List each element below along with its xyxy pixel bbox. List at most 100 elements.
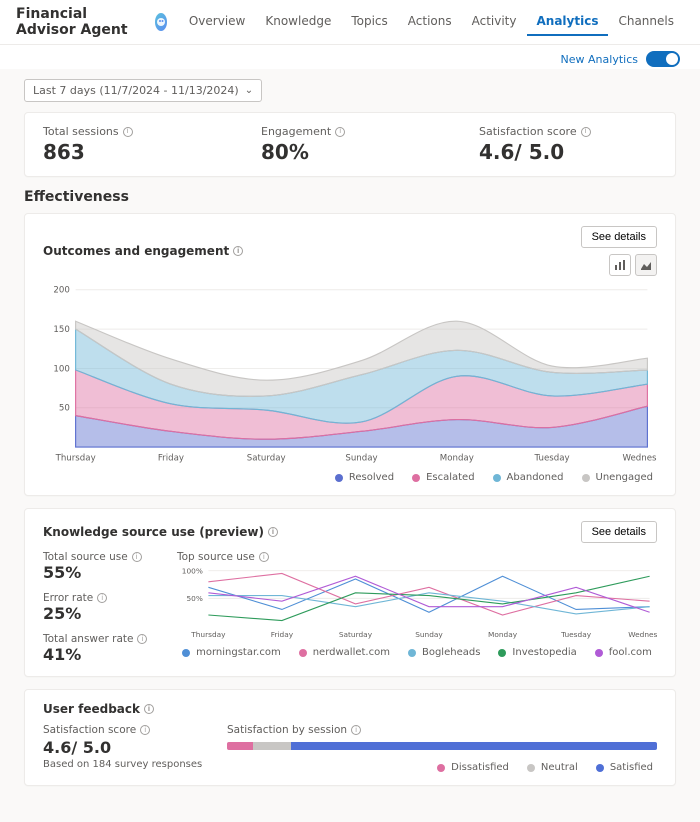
legend-item[interactable]: Escalated [412, 472, 474, 483]
see-details-button[interactable]: See details [581, 226, 657, 248]
feedback-by-session: Satisfaction by session i Dissatisfied Neu… [227, 724, 657, 773]
new-analytics-label: New Analytics [561, 53, 638, 66]
see-details-button[interactable]: See details [581, 521, 657, 543]
legend-item[interactable]: Abandoned [493, 472, 564, 483]
info-icon[interactable]: i [259, 552, 269, 562]
stat-label: Total answer rate [43, 633, 133, 645]
date-range-picker[interactable]: Last 7 days (11/7/2024 - 11/13/2024) ⌄ [24, 79, 262, 102]
topbar: Financial Advisor Agent OverviewKnowledg… [0, 0, 700, 45]
page-body: Last 7 days (11/7/2024 - 11/13/2024) ⌄ T… [0, 69, 700, 822]
tab-topics[interactable]: Topics [341, 8, 397, 36]
info-icon[interactable]: i [581, 127, 591, 137]
legend-item[interactable]: Resolved [335, 472, 394, 483]
legend-item[interactable]: Neutral [527, 762, 578, 773]
kpi-label: Satisfaction score [479, 125, 577, 138]
svg-text:Wednesday: Wednesday [622, 454, 657, 464]
bot-icon [155, 13, 167, 31]
svg-text:Tuesday: Tuesday [534, 454, 570, 464]
feedback-title: User feedback [43, 702, 140, 716]
stat-value: 55% [43, 563, 153, 582]
svg-text:Thursday: Thursday [190, 630, 226, 639]
knowledge-stats: Total source use i 55% Error rate i 25% To… [43, 551, 153, 664]
stat-label: Total source use [43, 551, 128, 563]
svg-text:Friday: Friday [158, 454, 184, 464]
subbar: New Analytics [0, 45, 700, 69]
info-icon[interactable]: i [97, 593, 107, 603]
stat-value: 41% [43, 645, 153, 664]
feedback-score-value: 4.6/ 5.0 [43, 738, 203, 757]
knowledge-legend: morningstar.comnerdwallet.comBogleheadsI… [177, 641, 657, 658]
knowledge-title: Knowledge source use (preview) [43, 525, 264, 539]
bar-chart-icon[interactable] [609, 254, 631, 276]
svg-text:Monday: Monday [488, 630, 518, 639]
satisfaction-bar [227, 742, 657, 750]
chevron-down-icon: ⌄ [245, 85, 253, 96]
kpi-value: 4.6/ 5.0 [479, 140, 657, 164]
outcomes-card: Outcomes and engagement i See details 50 1… [24, 213, 676, 496]
feedback-by-session-label: Satisfaction by session [227, 724, 347, 736]
svg-text:50%: 50% [186, 594, 202, 603]
info-icon[interactable]: i [351, 725, 361, 735]
kpi-value: 80% [261, 140, 439, 164]
section-title-effectiveness: Effectiveness [24, 189, 676, 205]
date-range-label: Last 7 days (11/7/2024 - 11/13/2024) [33, 84, 239, 97]
stat-value: 25% [43, 604, 153, 623]
top-source-label: Top source use [177, 551, 255, 563]
tab-actions[interactable]: Actions [398, 8, 462, 36]
info-icon[interactable]: i [132, 552, 142, 562]
tab-overview[interactable]: Overview [179, 8, 256, 36]
sat-segment-dissatisfied [227, 742, 253, 750]
stat-label: Error rate [43, 592, 93, 604]
nav-tabs: OverviewKnowledgeTopicsActionsActivityAn… [179, 8, 684, 36]
kpi-card: Total sessions i 863 Engagementi 80% Sati… [24, 112, 676, 177]
tab-analytics[interactable]: Analytics [527, 8, 609, 36]
svg-text:Wednesday: Wednesday [628, 630, 657, 639]
svg-text:Thursday: Thursday [55, 454, 96, 464]
info-icon[interactable]: i [335, 127, 345, 137]
feedback-based-on: Based on 184 survey responses [43, 759, 203, 770]
knowledge-card: Knowledge source use (preview) i See deta… [24, 508, 676, 677]
legend-item[interactable]: Satisfied [596, 762, 653, 773]
info-icon[interactable]: i [137, 634, 147, 644]
sat-segment-neutral [253, 742, 292, 750]
info-icon[interactable]: i [123, 127, 133, 137]
legend-item[interactable]: Dissatisfied [437, 762, 509, 773]
tab-knowledge[interactable]: Knowledge [255, 8, 341, 36]
outcomes-legend: Resolved Escalated Abandoned Unengaged [43, 466, 657, 483]
svg-text:100: 100 [53, 364, 69, 374]
tab-channels[interactable]: Channels [608, 8, 684, 36]
svg-text:50: 50 [59, 404, 70, 414]
feedback-card: User feedbacki Satisfaction scorei 4.6/ … [24, 689, 676, 786]
svg-text:Saturday: Saturday [339, 630, 373, 639]
svg-text:Saturday: Saturday [247, 454, 286, 464]
svg-text:Friday: Friday [271, 630, 294, 639]
kpi-engagement: Engagementi 80% [261, 125, 439, 164]
outcomes-title: Outcomes and engagement [43, 244, 229, 258]
kpi-total-sessions: Total sessions i 863 [43, 125, 221, 164]
svg-text:Tuesday: Tuesday [560, 630, 592, 639]
svg-text:100%: 100% [182, 567, 203, 575]
svg-text:Sunday: Sunday [415, 630, 443, 639]
new-analytics-toggle[interactable] [646, 51, 680, 67]
knowledge-chart-wrap: Top source use i 50% 100% Thursday Friday Sat… [177, 551, 657, 664]
app-title: Financial Advisor Agent [16, 6, 143, 38]
feedback-legend: Dissatisfied Neutral Satisfied [227, 756, 657, 773]
area-chart-icon[interactable] [635, 254, 657, 276]
svg-text:Monday: Monday [440, 454, 474, 464]
feedback-score: Satisfaction score i 4.6/ 5.0 Based on 18… [43, 724, 203, 770]
legend-item[interactable]: Unengaged [582, 472, 653, 483]
feedback-score-label: Satisfaction score [43, 724, 136, 736]
info-icon[interactable]: i [140, 725, 150, 735]
info-icon[interactable]: i [268, 527, 278, 537]
kpi-satisfaction: Satisfaction score i 4.6/ 5.0 [479, 125, 657, 164]
svg-text:150: 150 [53, 325, 69, 335]
info-icon[interactable]: i [144, 704, 154, 714]
svg-text:200: 200 [53, 286, 69, 296]
info-icon[interactable]: i [233, 246, 243, 256]
sat-segment-satisfied [291, 742, 657, 750]
kpi-label: Total sessions [43, 125, 119, 138]
svg-text:Sunday: Sunday [345, 454, 377, 464]
kpi-value: 863 [43, 140, 221, 164]
outcomes-chart: 50 100 150 200 Thursday Friday Saturday Sunday M… [43, 284, 657, 466]
tab-activity[interactable]: Activity [462, 8, 527, 36]
